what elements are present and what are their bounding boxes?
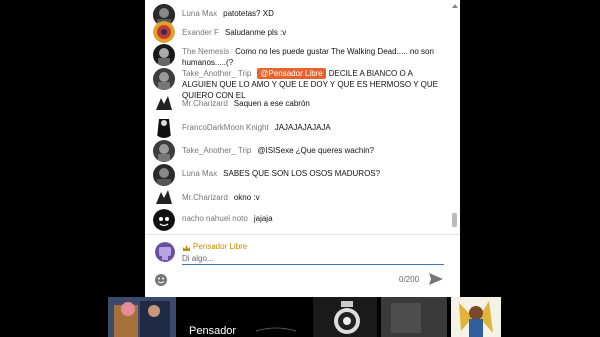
stream-thumbnail[interactable] [381,297,447,337]
stream-thumbnail-strip [0,297,600,337]
message-text: Saquen a ese cabrón [233,99,310,108]
message-author[interactable]: nacho nahuel noto [182,214,248,223]
message-author[interactable]: Take_Another_ Trip [182,69,251,78]
message-author[interactable]: Mr.Charizard [182,99,228,108]
message-text: okno :v [233,193,260,202]
chat-scrollbar[interactable] [451,0,457,232]
send-icon[interactable] [428,272,444,286]
message-text: patotetas? XD [223,9,274,18]
avatar[interactable] [153,140,175,162]
scroll-up-icon[interactable] [452,4,458,8]
avatar[interactable] [153,68,175,90]
stream-thumbnail[interactable] [451,297,501,337]
message-author[interactable]: Take_Another_ Trip [182,146,251,155]
message-author[interactable]: Mr.Charizard [182,193,228,202]
message-text: @ISISexe ¿Que queres wachin? [257,146,374,155]
chat-input[interactable] [182,253,444,265]
stream-thumbnail[interactable] [313,297,377,337]
composer-divider [145,234,460,235]
avatar [155,242,175,262]
message-author[interactable]: The Nemesis [182,47,229,56]
avatar[interactable] [153,186,175,208]
avatar[interactable] [153,44,175,66]
composer-author-name: Pensador Libre [193,242,248,251]
avatar[interactable] [153,92,175,114]
scrollbar-thumb[interactable] [452,213,457,227]
message-author[interactable]: FrancoDarkMoon Knight [182,123,269,132]
message-author[interactable]: Luna Max [182,9,217,18]
chat-message-list: Luna Max patotetas? XD Exander F Saludanme… [145,0,450,232]
live-chat-panel: Luna Max patotetas? XD Exander F Saludanme… [145,0,460,297]
message-author[interactable]: Exander F [182,28,219,37]
message-text: SABES QUE SON LOS OSOS MADUROS? [223,169,381,178]
character-counter: 0/200 [399,275,420,284]
message-text: JAJAJAJAJAJA [274,123,331,132]
message-author[interactable]: Luna Max [182,169,217,178]
stream-tile-label: Pensador [189,325,237,337]
mention-chip[interactable]: @Pensador Libre [257,68,326,79]
message-text: jajaja [253,214,273,223]
avatar[interactable] [153,21,175,43]
emoji-icon[interactable] [154,273,168,287]
avatar[interactable] [153,164,175,186]
avatar[interactable] [153,209,175,231]
avatar[interactable] [153,116,175,138]
stream-thumbnail[interactable] [108,297,176,337]
chat-composer: Pensador Libre 0/200 [145,236,460,297]
message-text: Saludanme pls :v [224,28,287,37]
owner-badge-icon [183,245,190,251]
